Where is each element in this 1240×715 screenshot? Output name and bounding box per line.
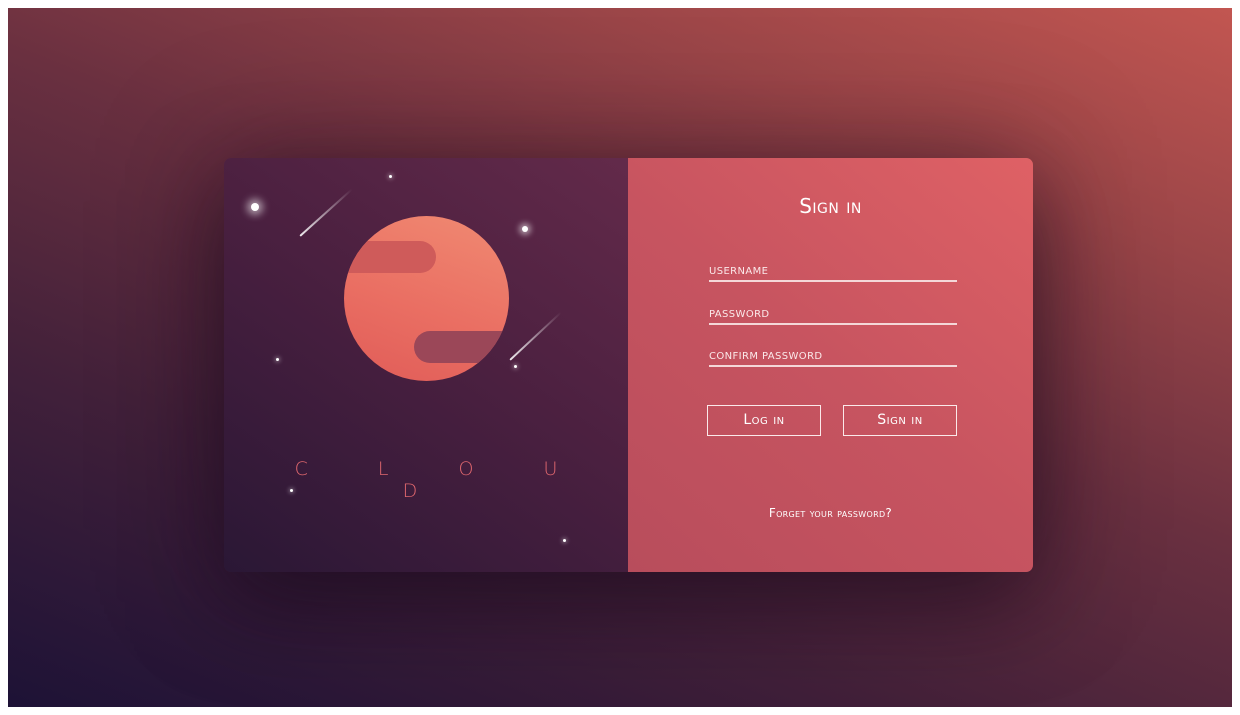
star-icon	[389, 175, 392, 178]
forgot-password-link[interactable]: Forget your password?	[628, 506, 1033, 520]
illustration-panel: C L O U D	[224, 158, 628, 572]
form-title: Sign in	[799, 194, 862, 218]
star-icon	[276, 358, 279, 361]
sign-in-button[interactable]: Sign in	[843, 405, 957, 436]
page-background: C L O U D Sign in USERNAME PASSWORD CONF…	[8, 8, 1232, 707]
confirm-password-label: CONFIRM PASSWORD	[709, 351, 823, 362]
star-icon	[514, 365, 517, 368]
star-icon	[251, 203, 259, 211]
brand-name: C L O U D	[294, 458, 590, 502]
planet-icon	[344, 216, 509, 381]
shooting-star-icon	[299, 188, 353, 237]
log-in-button[interactable]: Log in	[707, 405, 821, 436]
star-icon	[522, 226, 528, 232]
shooting-star-icon	[509, 311, 562, 361]
login-card: C L O U D Sign in USERNAME PASSWORD CONF…	[224, 158, 1033, 572]
planet-cloud-band	[344, 241, 436, 273]
password-field[interactable]: PASSWORD	[709, 301, 957, 325]
form-panel: Sign in USERNAME PASSWORD CONFIRM PASSWO…	[628, 158, 1033, 572]
username-field[interactable]: USERNAME	[709, 258, 957, 282]
username-label: USERNAME	[709, 266, 769, 277]
star-icon	[563, 539, 566, 542]
confirm-password-field[interactable]: CONFIRM PASSWORD	[709, 343, 957, 367]
planet-cloud-band	[414, 331, 509, 363]
password-label: PASSWORD	[709, 309, 770, 320]
